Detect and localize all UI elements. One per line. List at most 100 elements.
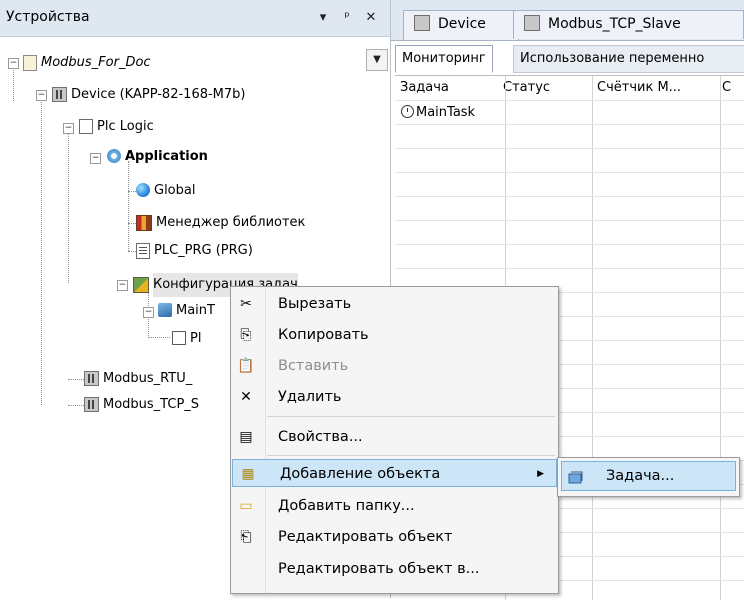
- device-icon: [84, 397, 99, 412]
- subtab-variable-usage[interactable]: Использование переменно: [513, 45, 744, 73]
- edit-object-icon: ⎗: [240, 529, 252, 545]
- menu-item-label: Вставить: [278, 358, 349, 374]
- menu-item-label: Редактировать объект: [278, 529, 453, 545]
- tree-item-label: Pl: [190, 331, 202, 346]
- tree-item-global[interactable]: Global: [136, 179, 195, 203]
- tree-line: [13, 67, 14, 101]
- tree-item-library-manager[interactable]: Менеджер библиотек: [136, 211, 305, 235]
- grid-line: [395, 220, 744, 221]
- task-name: MainTask: [416, 105, 476, 120]
- delete-icon: ✕: [240, 389, 252, 405]
- grid-line: [395, 100, 744, 101]
- tree-item-label: Modbus_TCP_S: [103, 397, 200, 412]
- collapse-toggle[interactable]: −: [117, 280, 128, 291]
- collapse-toggle[interactable]: −: [36, 90, 47, 101]
- collapse-toggle[interactable]: −: [63, 123, 74, 134]
- grid-line: [395, 244, 744, 245]
- grid-line: [395, 268, 744, 269]
- menu-item-label: Удалить: [278, 389, 342, 405]
- menu-item-label: Задача...: [606, 468, 675, 484]
- tree-item-program-call[interactable]: Pl: [172, 327, 201, 351]
- grid-line: [395, 148, 744, 149]
- column-header-extra[interactable]: С: [717, 76, 744, 100]
- tree-item-label: Modbus_For_Doc: [41, 55, 151, 70]
- tree-line: [68, 379, 84, 380]
- submenu-item-task[interactable]: Задача...: [561, 461, 736, 491]
- menu-item-cut[interactable]: ✂ Вырезать: [231, 290, 558, 318]
- grid-line: [592, 76, 593, 600]
- device-icon: [84, 371, 99, 386]
- plc-logic-icon: [79, 119, 93, 134]
- properties-icon: ▤: [239, 429, 253, 445]
- menu-item-properties[interactable]: ▤ Свойства...: [231, 423, 558, 451]
- application-icon: [107, 149, 121, 163]
- devices-panel-header: Устройства ▾ ᵖ ✕: [0, 0, 390, 37]
- tree-line: [41, 99, 42, 405]
- object-icon: [172, 331, 186, 345]
- menu-item-edit-object[interactable]: ⎗ Редактировать объект: [231, 523, 558, 551]
- task-icon: [568, 468, 584, 484]
- add-object-submenu: Задача...: [557, 457, 740, 497]
- pin-icon[interactable]: ᵖ: [340, 9, 354, 27]
- menu-item-edit-object-with[interactable]: Редактировать объект в...: [231, 555, 558, 583]
- menu-item-delete[interactable]: ✕ Удалить: [231, 383, 558, 411]
- tree-item-application[interactable]: Application: [107, 145, 208, 169]
- folder-icon: ▭: [239, 498, 253, 514]
- global-icon: [136, 183, 150, 197]
- device-icon: [52, 87, 67, 102]
- device-icon: [414, 14, 430, 31]
- tree-item-device[interactable]: Device (KAPP-82-168-M7b): [52, 83, 245, 107]
- tree-item-plc-logic[interactable]: Plc Logic: [79, 115, 154, 139]
- tab-label: Device: [438, 16, 486, 32]
- tree-item-label: Менеджер библиотек: [156, 215, 306, 230]
- device-icon: [524, 14, 540, 31]
- tree-item-project[interactable]: Modbus_For_Doc: [23, 51, 151, 75]
- menu-separator: [267, 416, 555, 417]
- tree-item-modbus-rtu[interactable]: Modbus_RTU_: [84, 367, 192, 391]
- menu-item-copy[interactable]: ⎘ Копировать: [231, 321, 558, 349]
- tab-label: Modbus_TCP_Slave: [548, 16, 681, 32]
- subtab-monitoring[interactable]: Мониторинг: [395, 45, 493, 73]
- menu-item-label: Свойства...: [278, 429, 363, 445]
- tab-modbus-tcp-slave[interactable]: Modbus_TCP_Slave: [513, 10, 744, 39]
- tree-item-modbus-tcp[interactable]: Modbus_TCP_S: [84, 393, 199, 417]
- tree-item-plc-prg[interactable]: PLC_PRG (PRG): [136, 239, 253, 263]
- collapse-toggle[interactable]: −: [8, 58, 19, 69]
- tree-item-label: PLC_PRG (PRG): [154, 243, 253, 258]
- tree-item-label: Plc Logic: [97, 119, 154, 134]
- clock-icon: [401, 105, 414, 118]
- table-row[interactable]: MainTask: [401, 103, 475, 123]
- library-icon: [136, 215, 152, 231]
- column-header-task[interactable]: Задача: [395, 76, 495, 100]
- tree-dropdown-button[interactable]: ▼: [366, 49, 388, 71]
- add-object-icon: ▦: [241, 466, 255, 482]
- tree-item-label: Modbus_RTU_: [103, 371, 193, 386]
- tab-device[interactable]: Device: [403, 10, 519, 40]
- collapse-toggle[interactable]: −: [143, 307, 154, 318]
- grid-line: [395, 124, 744, 125]
- menu-item-label: Копировать: [278, 327, 369, 343]
- task-icon: [158, 303, 172, 317]
- editor-tab-strip: Device Modbus_TCP_Slave: [391, 0, 744, 40]
- scissors-icon: ✂: [240, 296, 252, 312]
- column-header-status[interactable]: Статус: [498, 76, 581, 100]
- close-panel-button[interactable]: ✕: [364, 9, 378, 27]
- context-menu: ✂ Вырезать ⎘ Копировать 📋 Вставить ✕ Уда…: [230, 286, 559, 594]
- tree-item-label: MainT: [176, 303, 215, 318]
- panel-dropdown-button[interactable]: ▾: [316, 9, 330, 27]
- program-icon: [136, 243, 150, 259]
- grid-line: [395, 172, 744, 173]
- tree-item-main-task[interactable]: MainT: [158, 299, 215, 323]
- tree-line: [68, 405, 84, 406]
- menu-item-add-folder[interactable]: ▭ Добавить папку...: [231, 492, 558, 520]
- submenu-arrow-icon: ▶: [537, 469, 544, 479]
- tree-line: [148, 337, 170, 338]
- menu-item-label: Редактировать объект в...: [278, 561, 480, 577]
- collapse-toggle[interactable]: −: [90, 153, 101, 164]
- menu-separator: [267, 455, 555, 456]
- menu-item-paste[interactable]: 📋 Вставить: [231, 352, 558, 380]
- project-icon: [23, 55, 37, 71]
- menu-item-add-object[interactable]: ▦ Добавление объекта ▶: [232, 459, 557, 487]
- column-header-counter[interactable]: Счётчик М...: [592, 76, 705, 100]
- grid-line: [395, 196, 744, 197]
